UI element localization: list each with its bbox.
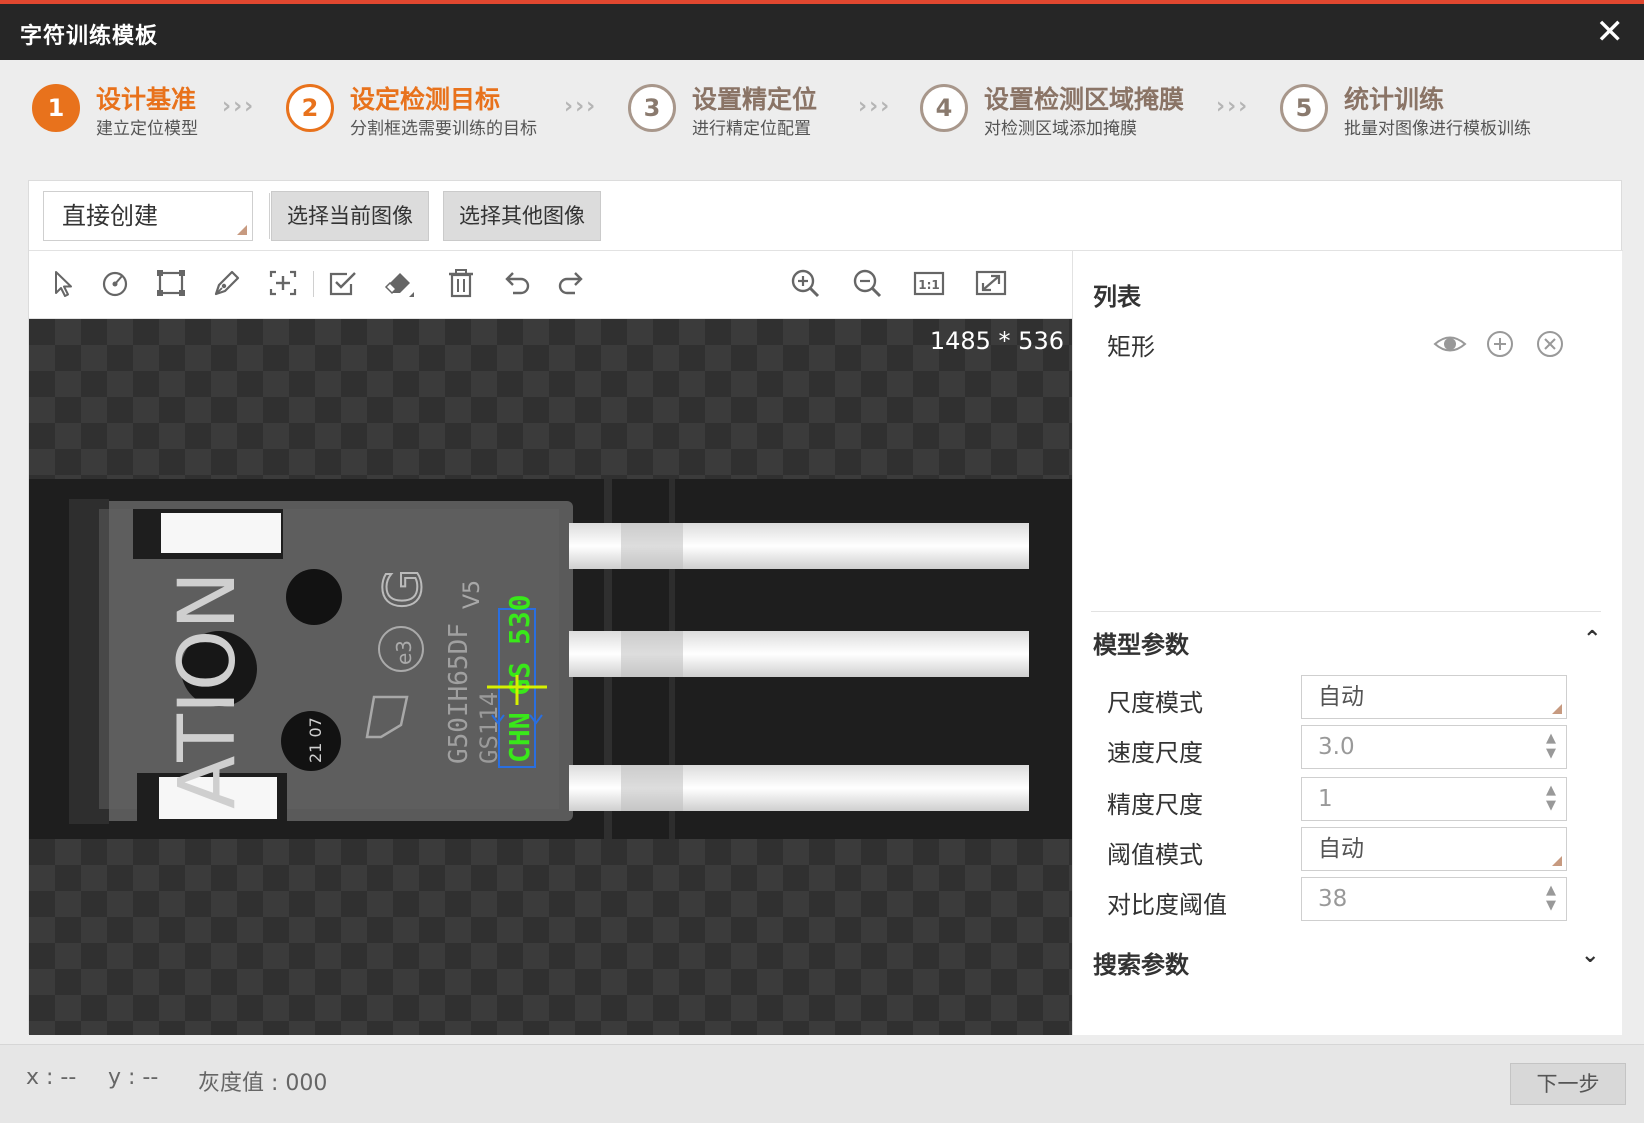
param-precision-scale: 精度尺度 1 ▲ ▼ [1073, 777, 1623, 823]
step-arrows: ››› [1216, 94, 1250, 119]
component-image[interactable]: ATION G V5 e3 G50IH65DF GS114 21 07 CHN … [29, 479, 1072, 839]
dialog: 字符训练模板 ✕ 1 设计基准 建立定位模型 ››› 2 设定检测目标 分割框选… [0, 0, 1644, 1123]
undo-icon[interactable] [499, 265, 535, 301]
step-number: 2 [286, 84, 334, 132]
gray-value: 灰度值 : 000 [198, 1071, 328, 1096]
param-label: 尺度模式 [1107, 689, 1203, 717]
step-number: 3 [628, 84, 676, 132]
speed-scale-input[interactable]: 3.0 ▲ ▼ [1301, 725, 1567, 769]
e3-text: e3 [392, 640, 416, 665]
zoom-in-icon[interactable] [787, 265, 823, 301]
spinner-icon: ▲ ▼ [1546, 883, 1556, 913]
step-arrows: ››› [564, 94, 598, 119]
list-item[interactable]: 矩形 [1073, 319, 1623, 369]
add-icon[interactable] [1483, 327, 1517, 361]
circle-tool-icon[interactable] [97, 265, 133, 301]
scale-mode-select[interactable]: 自动 [1301, 675, 1567, 719]
list-title: 列表 [1093, 283, 1141, 311]
window-title: 字符训练模板 [20, 24, 159, 49]
model-params-title[interactable]: 模型参数 [1093, 625, 1189, 660]
actual-size-label: 1:1 [918, 278, 940, 292]
select-arrow-icon[interactable] [45, 265, 81, 301]
divider [1091, 611, 1601, 612]
precision-scale-input[interactable]: 1 ▲ ▼ [1301, 777, 1567, 821]
step-subtitle: 批量对图像进行模板训练 [1344, 119, 1531, 139]
dropdown-corner-icon [237, 225, 247, 235]
brand-text: ATION [163, 571, 253, 809]
wizard-steps: 1 设计基准 建立定位模型 ››› 2 设定检测目标 分割框选需要训练的目标 ›… [0, 60, 1644, 170]
step-number: 5 [1280, 84, 1328, 132]
crosshair-add-icon[interactable] [265, 265, 301, 301]
param-contrast-threshold: 对比度阈值 38 ▲ ▼ [1073, 877, 1623, 923]
v-mark-text: V5 [460, 580, 485, 609]
eye-icon[interactable] [1433, 327, 1467, 361]
param-label: 速度尺度 [1107, 739, 1203, 767]
redo-icon[interactable] [553, 265, 589, 301]
g-mark-text: G [374, 569, 434, 609]
status-bar: x : -- y : -- 灰度值 : 000 下一步 [0, 1044, 1644, 1123]
image-size-label: 1485 * 536 [929, 327, 1064, 355]
step-subtitle: 建立定位模型 [96, 119, 198, 139]
rectangle-tool-icon[interactable] [153, 265, 189, 301]
right-panel: 列表 矩形 模型参数 ⌃ 尺度模式 自动 速度尺度 3.0 ▲ ▼ 精度尺度 1… [1072, 251, 1622, 1035]
create-mode-select[interactable]: 直接创建 [43, 191, 253, 241]
select-current-image-button[interactable]: 选择当前图像 [271, 191, 429, 241]
y-coordinate: y : -- [108, 1065, 159, 1090]
image-canvas[interactable]: 1485 * 536 ATION G V5 e3 G50IH65DF GS114… [29, 319, 1072, 1035]
chevron-up-icon[interactable]: ⌃ [1583, 627, 1601, 652]
search-params-title[interactable]: 搜索参数 [1093, 945, 1189, 980]
dropdown-corner-icon [1552, 856, 1562, 866]
check-edit-icon[interactable] [325, 265, 361, 301]
step-subtitle: 对检测区域添加掩膜 [984, 119, 1137, 139]
step-arrows: ››› [858, 94, 892, 119]
param-label: 对比度阈值 [1107, 891, 1227, 919]
step-number: 1 [32, 84, 80, 132]
divider [269, 193, 270, 239]
param-speed-scale: 速度尺度 3.0 ▲ ▼ [1073, 725, 1623, 771]
title-bar: 字符训练模板 ✕ [0, 4, 1644, 60]
list-item-label: 矩形 [1107, 333, 1155, 361]
param-threshold-mode: 阈值模式 自动 [1073, 827, 1623, 873]
dropdown-corner-icon [1552, 704, 1562, 714]
param-label: 精度尺度 [1107, 791, 1203, 819]
step-title: 设计基准 [96, 85, 197, 114]
pen-tool-icon[interactable] [209, 265, 245, 301]
select-other-image-button[interactable]: 选择其他图像 [443, 191, 601, 241]
step-subtitle: 进行精定位配置 [692, 119, 811, 139]
eraser-icon[interactable] [381, 265, 417, 301]
param-label: 阈值模式 [1107, 841, 1203, 869]
step-arrows: ››› [222, 94, 256, 119]
toolbar-divider [313, 271, 314, 297]
part-number-text: G50IH65DF [444, 623, 474, 764]
step-number: 4 [920, 84, 968, 132]
step-subtitle: 分割框选需要训练的目标 [350, 119, 537, 139]
selected-text: CHN GS 530 [503, 594, 536, 763]
param-scale-mode: 尺度模式 自动 [1073, 675, 1623, 721]
image-source-bar: 直接创建 选择当前图像 选择其他图像 [29, 181, 1623, 251]
x-coordinate: x : -- [26, 1065, 77, 1090]
fit-window-icon[interactable] [973, 265, 1009, 301]
contrast-threshold-input[interactable]: 38 ▲ ▼ [1301, 877, 1567, 921]
chevron-down-icon[interactable]: ⌄ [1581, 943, 1599, 968]
spinner-icon: ▲ ▼ [1546, 731, 1556, 761]
create-mode-value: 直接创建 [62, 202, 158, 230]
step-title: 设定检测目标 [350, 85, 501, 114]
remove-icon[interactable] [1533, 327, 1567, 361]
next-step-button[interactable]: 下一步 [1510, 1063, 1626, 1105]
date-text: 21 07 [306, 717, 325, 763]
threshold-mode-select[interactable]: 自动 [1301, 827, 1567, 871]
zoom-out-icon[interactable] [849, 265, 885, 301]
step-title: 设置精定位 [692, 85, 818, 114]
trash-icon[interactable] [443, 265, 479, 301]
spinner-icon: ▲ ▼ [1546, 783, 1556, 813]
step-title: 统计训练 [1344, 85, 1445, 114]
close-icon[interactable]: ✕ [1596, 12, 1625, 52]
main-panel: 直接创建 选择当前图像 选择其他图像 1:1 1485 * 536 ATION … [28, 180, 1623, 1035]
step-title: 设置检测区域掩膜 [984, 85, 1185, 114]
drawing-toolbar: 1:1 [29, 251, 1072, 319]
actual-size-icon[interactable]: 1:1 [911, 265, 947, 301]
